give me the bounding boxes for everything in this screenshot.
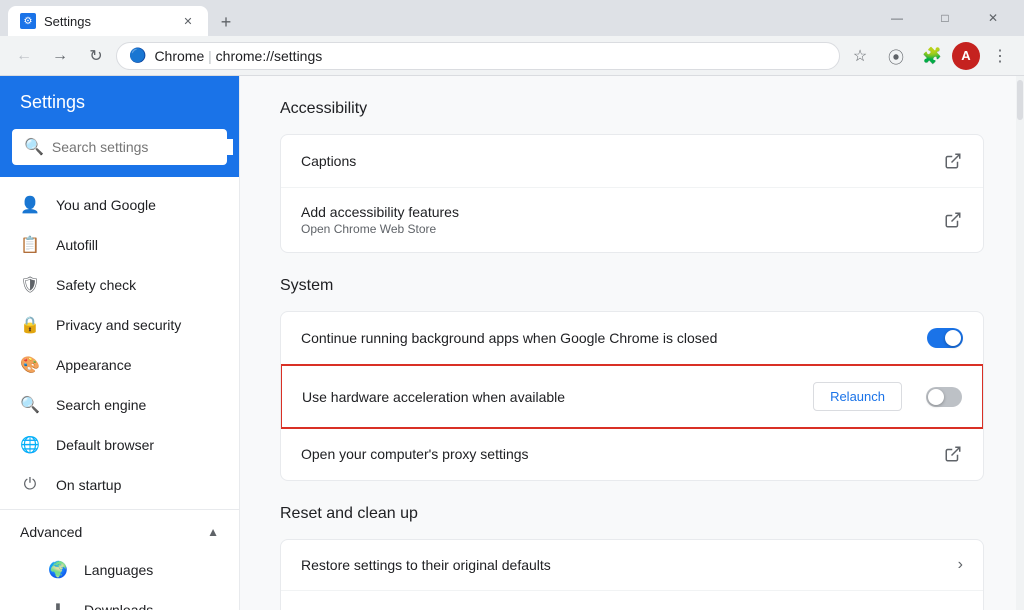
sidebar-nav: 👤 You and Google 📋 Autofill 🛡 Safety che… (0, 177, 239, 610)
scrollbar[interactable] (1016, 76, 1024, 610)
lock-icon: 🔒 (20, 315, 40, 335)
search-bar[interactable]: 🔍 (12, 129, 227, 165)
sidebar-search-area: 🔍 (0, 129, 239, 177)
sidebar-item-downloads[interactable]: ⬇ Downloads (0, 590, 231, 610)
add-accessibility-external-icon (943, 210, 963, 230)
restore-settings-row[interactable]: Restore settings to their original defau… (281, 540, 983, 591)
advanced-section-header[interactable]: Advanced ▲ (0, 514, 239, 550)
person-icon: 👤 (20, 195, 40, 215)
add-accessibility-row[interactable]: Add accessibility features Open Chrome W… (281, 188, 983, 252)
sidebar-divider (0, 509, 239, 510)
new-tab-button[interactable]: + (212, 8, 240, 36)
add-accessibility-title: Add accessibility features (301, 204, 943, 220)
accessibility-section: Accessibility Captions (280, 100, 984, 253)
restore-chevron-icon: › (958, 556, 963, 574)
search-input[interactable] (52, 139, 233, 155)
sidebar-item-autofill[interactable]: 📋 Autofill (0, 225, 231, 265)
chrome-button[interactable]: ⦿ (880, 40, 912, 72)
hardware-acceleration-controls: Relaunch (813, 382, 962, 411)
languages-icon: 🌍 (48, 560, 68, 580)
captions-title: Captions (301, 153, 943, 169)
reset-section: Reset and clean up Restore settings to t… (280, 505, 984, 610)
maximize-button[interactable]: □ (922, 6, 968, 30)
hardware-acceleration-title: Use hardware acceleration when available (302, 389, 813, 405)
hardware-acceleration-toggle[interactable] (926, 387, 962, 407)
sidebar-item-you-and-google[interactable]: 👤 You and Google (0, 185, 231, 225)
restore-settings-title: Restore settings to their original defau… (301, 557, 958, 573)
proxy-settings-row[interactable]: Open your computer's proxy settings (281, 428, 983, 480)
background-apps-toggle-thumb (945, 330, 961, 346)
hardware-acceleration-row[interactable]: Use hardware acceleration when available… (280, 364, 984, 429)
sidebar-item-privacy-security[interactable]: 🔒 Privacy and security (0, 305, 231, 345)
system-section: System Continue running background apps … (280, 277, 984, 481)
navigation-bar: ← → ↻ 🔵 Chrome | chrome://settings ☆ ⦿ 🧩… (0, 36, 1024, 76)
active-tab[interactable]: ⚙ Settings ✕ (8, 6, 208, 36)
extensions-button[interactable]: 🧩 (916, 40, 948, 72)
shield-icon: 🛡 (20, 275, 40, 295)
startup-icon: ⏻ (20, 475, 40, 495)
back-button[interactable]: ← (8, 40, 40, 72)
sidebar: Settings 🔍 👤 You and Google 📋 Autofill (0, 76, 240, 610)
sidebar-item-safety-check[interactable]: 🛡 Safety check (0, 265, 231, 305)
search-engine-icon: 🔍 (20, 395, 40, 415)
window-controls: — □ ✕ (874, 6, 1016, 36)
sidebar-item-on-startup[interactable]: ⏻ On startup (0, 465, 231, 505)
system-title: System (280, 277, 984, 295)
secure-icon: 🔵 (129, 47, 146, 64)
relaunch-button[interactable]: Relaunch (813, 382, 902, 411)
sidebar-item-appearance[interactable]: 🎨 Appearance (0, 345, 231, 385)
hardware-acceleration-toggle-thumb (928, 389, 944, 405)
captions-row[interactable]: Captions (281, 135, 983, 188)
settings-title: Settings (0, 76, 239, 129)
proxy-settings-external-icon (943, 444, 963, 464)
nav-right-controls: ☆ ⦿ 🧩 A ⋮ (844, 40, 1016, 72)
captions-external-icon (943, 151, 963, 171)
reset-title: Reset and clean up (280, 505, 984, 523)
accessibility-title: Accessibility (280, 100, 984, 118)
sidebar-item-default-browser[interactable]: 🌐 Default browser (0, 425, 231, 465)
tab-title: Settings (44, 14, 172, 29)
reload-button[interactable]: ↻ (80, 40, 112, 72)
browser-content: Settings 🔍 👤 You and Google 📋 Autofill (0, 76, 1024, 610)
system-card: Continue running background apps when Go… (280, 311, 984, 481)
address-bar[interactable]: 🔵 Chrome | chrome://settings (116, 42, 840, 70)
autofill-icon: 📋 (20, 235, 40, 255)
background-apps-row[interactable]: Continue running background apps when Go… (281, 312, 983, 365)
browser-icon: 🌐 (20, 435, 40, 455)
bookmark-button[interactable]: ☆ (844, 40, 876, 72)
main-content: Accessibility Captions (240, 76, 1024, 610)
scroll-thumb[interactable] (1017, 80, 1023, 120)
close-button[interactable]: ✕ (970, 6, 1016, 30)
accessibility-card: Captions (280, 134, 984, 253)
clean-up-row[interactable]: Clean up computer › (281, 591, 983, 610)
profile-avatar[interactable]: A (952, 42, 980, 70)
background-apps-toggle[interactable] (927, 328, 963, 348)
menu-button[interactable]: ⋮ (984, 40, 1016, 72)
advanced-chevron-icon: ▲ (207, 525, 219, 539)
palette-icon: 🎨 (20, 355, 40, 375)
settings-content: Accessibility Captions (240, 76, 1024, 610)
forward-button[interactable]: → (44, 40, 76, 72)
sidebar-item-languages[interactable]: 🌍 Languages (0, 550, 231, 590)
reset-card: Restore settings to their original defau… (280, 539, 984, 610)
background-apps-title: Continue running background apps when Go… (301, 330, 927, 346)
address-text: Chrome | chrome://settings (154, 48, 827, 64)
add-accessibility-subtitle: Open Chrome Web Store (301, 222, 943, 236)
sidebar-item-search-engine[interactable]: 🔍 Search engine (0, 385, 231, 425)
proxy-settings-title: Open your computer's proxy settings (301, 446, 943, 462)
minimize-button[interactable]: — (874, 6, 920, 30)
downloads-icon: ⬇ (48, 600, 68, 610)
tab-favicon: ⚙ (20, 13, 36, 29)
search-icon: 🔍 (24, 137, 44, 157)
tab-close-button[interactable]: ✕ (180, 13, 196, 29)
